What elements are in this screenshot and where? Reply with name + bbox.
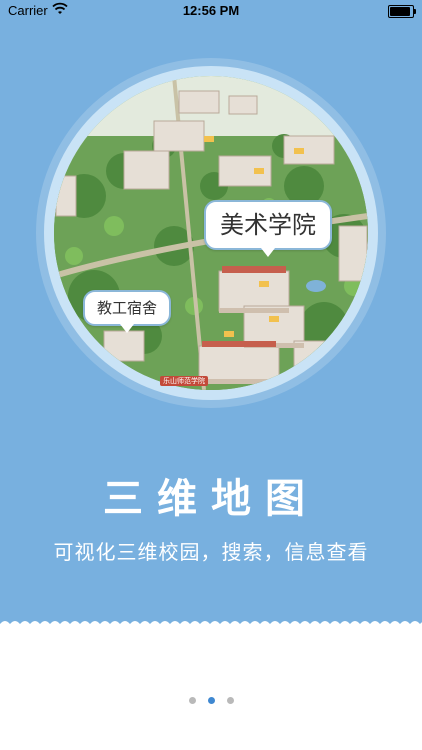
status-bar: Carrier 12:56 PM	[0, 0, 422, 22]
page-dot[interactable]	[207, 697, 215, 704]
label-art-college: 美术学院	[204, 200, 332, 257]
battery-icon	[388, 5, 416, 18]
page-indicator[interactable]	[0, 689, 422, 708]
feature-subtitle: 可视化三维校园，搜索，信息查看	[53, 540, 369, 564]
label-staff-dorm: 教工宿舍	[83, 290, 171, 333]
page-dot[interactable]	[226, 697, 234, 704]
feature-title: 三维地图	[103, 476, 319, 522]
hero-banner: Carrier 12:56 PM 美术学院 教工宿舍 乐山师范学院 三维地图 可…	[0, 0, 422, 624]
battery-fill	[390, 7, 410, 16]
campus-sign: 乐山师范学院	[160, 376, 208, 386]
label-art-college-text: 美术学院	[220, 211, 316, 239]
wave-divider	[0, 621, 422, 630]
clock: 12:56 PM	[182, 3, 240, 18]
page-dot[interactable]	[188, 697, 196, 704]
label-staff-dorm-text: 教工宿舍	[96, 299, 157, 317]
